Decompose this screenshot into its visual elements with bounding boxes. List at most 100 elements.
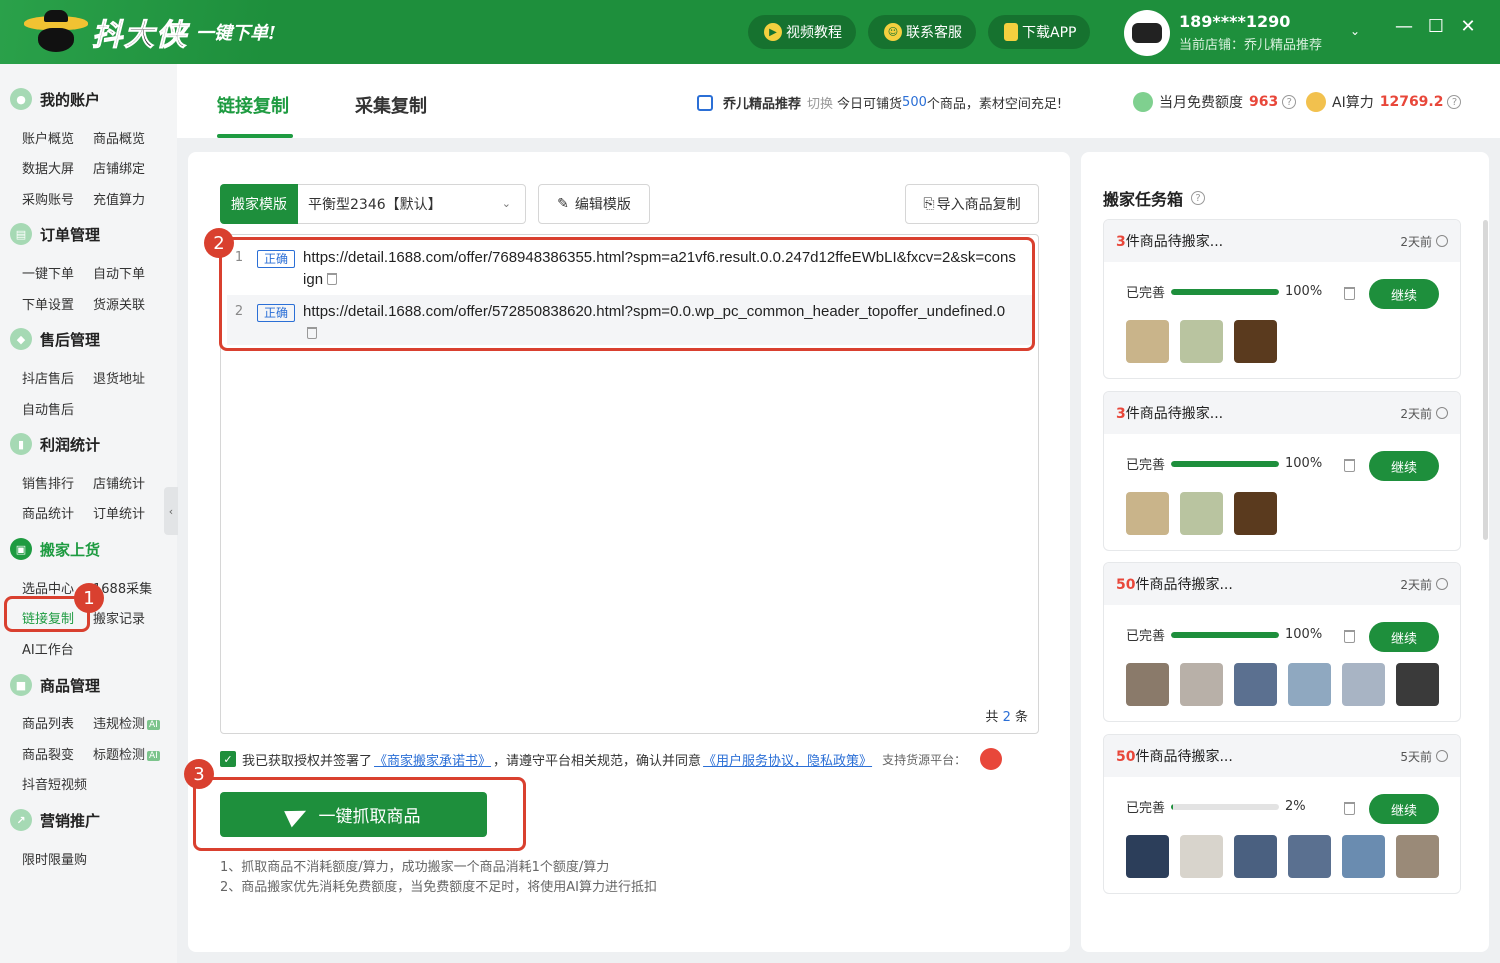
sidebar-item-order-settings[interactable]: 下单设置 bbox=[22, 294, 74, 313]
help-icon[interactable]: ? bbox=[1447, 95, 1462, 109]
phone-icon bbox=[1004, 23, 1018, 41]
shop-icon bbox=[697, 94, 713, 111]
user-phone[interactable]: 189****1290 bbox=[1179, 12, 1290, 31]
agree-checkbox[interactable]: ✓ bbox=[220, 751, 236, 767]
trash-icon[interactable] bbox=[1344, 630, 1355, 643]
sidebar-item-order-stats[interactable]: 订单统计 bbox=[93, 503, 145, 522]
sidebar-item-title-check[interactable]: 标题检测 AI bbox=[93, 744, 160, 763]
close-button[interactable]: ✕ bbox=[1456, 16, 1480, 37]
import-icon: ⎘ bbox=[923, 196, 935, 212]
clock-icon bbox=[1436, 750, 1448, 762]
help-icon[interactable]: ? bbox=[1191, 191, 1206, 205]
sidebar-item-sales-ranking[interactable]: 销售排行 bbox=[22, 473, 74, 492]
sidebar-group-marketing[interactable]: ↗ 营销推广 bbox=[10, 809, 100, 831]
sidebar-group-migration[interactable]: ▣ 搬家上货 bbox=[10, 538, 100, 560]
product-thumbnail[interactable] bbox=[1234, 320, 1277, 363]
top-bar: 抖大侠 一键下单! ▶ 视频教程 ☺ 联系客服 下载APP 189****129… bbox=[0, 0, 1500, 64]
product-thumbnail[interactable] bbox=[1126, 492, 1169, 535]
sidebar-item-purchase-account[interactable]: 采购账号 bbox=[22, 189, 74, 208]
import-copy-button[interactable]: ⎘ 导入商品复制 bbox=[905, 184, 1039, 224]
tab-link-copy[interactable]: 链接复制 bbox=[217, 92, 289, 118]
sidebar-group-orders[interactable]: ▤ 订单管理 bbox=[10, 223, 100, 245]
annotation-box-3 bbox=[193, 777, 526, 851]
trend-icon: ↗ bbox=[10, 809, 32, 831]
product-thumbnail[interactable] bbox=[1396, 663, 1439, 706]
box-icon: ■ bbox=[10, 674, 32, 696]
task-header: 3件商品待搬家... 2天前 bbox=[1104, 392, 1460, 434]
product-thumbnail[interactable] bbox=[1342, 663, 1385, 706]
sidebar-group-account[interactable]: ● 我的账户 bbox=[10, 88, 100, 110]
avatar[interactable] bbox=[1124, 10, 1170, 56]
tab-collect-copy[interactable]: 采集复制 bbox=[355, 92, 427, 118]
clock-icon bbox=[1436, 578, 1448, 590]
scrollbar[interactable] bbox=[1483, 220, 1488, 540]
product-thumbnail[interactable] bbox=[1396, 835, 1439, 878]
sidebar-item-product-list[interactable]: 商品列表 bbox=[22, 713, 74, 732]
help-icon[interactable]: ? bbox=[1282, 95, 1297, 109]
product-thumbnail[interactable] bbox=[1126, 320, 1169, 363]
sidebar-item-product-fission[interactable]: 商品裂变 bbox=[22, 744, 74, 763]
maximize-button[interactable]: ☐ bbox=[1424, 16, 1448, 37]
continue-button[interactable]: 继续 bbox=[1369, 794, 1439, 824]
product-thumbnail[interactable] bbox=[1126, 835, 1169, 878]
download-app-button[interactable]: 下载APP bbox=[988, 15, 1091, 49]
sidebar-item-shop-binding[interactable]: 店铺绑定 bbox=[93, 158, 145, 177]
sidebar-item-douyin-video[interactable]: 抖音短视频 bbox=[22, 774, 87, 793]
trash-icon[interactable] bbox=[1344, 802, 1355, 815]
product-thumbnail[interactable] bbox=[1288, 663, 1331, 706]
thumbnail-row bbox=[1126, 320, 1288, 363]
sidebar-item-product-stats[interactable]: 商品统计 bbox=[22, 503, 74, 522]
progress-bar bbox=[1171, 803, 1280, 810]
product-thumbnail[interactable] bbox=[1180, 492, 1223, 535]
minimize-button[interactable]: — bbox=[1392, 16, 1416, 37]
product-thumbnail[interactable] bbox=[1126, 663, 1169, 706]
task-card: 3件商品待搬家... 2天前 已完善 100% 继续 bbox=[1103, 219, 1461, 379]
sidebar-item-flash-sale[interactable]: 限时限量购 bbox=[22, 849, 87, 868]
edit-template-button[interactable]: ✎ 编辑模版 bbox=[538, 184, 650, 224]
task-header: 3件商品待搬家... 2天前 bbox=[1104, 220, 1460, 262]
sidebar-item-recharge[interactable]: 充值算力 bbox=[93, 189, 145, 208]
continue-button[interactable]: 继续 bbox=[1369, 451, 1439, 481]
chevron-down-icon[interactable]: ⌄ bbox=[1350, 24, 1360, 38]
trash-icon[interactable] bbox=[1344, 459, 1355, 472]
switch-shop-link[interactable]: 切换 bbox=[807, 93, 833, 112]
product-thumbnail[interactable] bbox=[1234, 492, 1277, 535]
product-thumbnail[interactable] bbox=[1180, 320, 1223, 363]
sidebar-item-selection-center[interactable]: 选品中心 bbox=[22, 578, 74, 597]
product-thumbnail[interactable] bbox=[1180, 835, 1223, 878]
sidebar-item-product-overview[interactable]: 商品概览 bbox=[93, 128, 145, 147]
video-tutorial-button[interactable]: ▶ 视频教程 bbox=[748, 15, 856, 49]
sidebar-item-shop-stats[interactable]: 店铺统计 bbox=[93, 473, 145, 492]
template-select[interactable]: 平衡型2346【默认】 ⌄ bbox=[298, 184, 526, 224]
sidebar-item-auto-order[interactable]: 自动下单 bbox=[93, 263, 145, 282]
trash-icon[interactable] bbox=[1344, 287, 1355, 300]
task-card: 50件商品待搬家... 5天前 已完善 2% 继续 bbox=[1103, 734, 1461, 894]
sidebar-group-after-sales[interactable]: ◆ 售后管理 bbox=[10, 328, 100, 350]
contact-service-button[interactable]: ☺ 联系客服 bbox=[868, 15, 976, 49]
sidebar-item-return-address[interactable]: 退货地址 bbox=[93, 368, 145, 387]
sidebar-item-source-link[interactable]: 货源关联 bbox=[93, 294, 145, 313]
product-thumbnail[interactable] bbox=[1234, 835, 1277, 878]
sidebar-group-profit[interactable]: ▮ 利润统计 bbox=[10, 433, 100, 455]
progress-bar bbox=[1171, 288, 1280, 295]
sidebar-item-migration-records[interactable]: 搬家记录 bbox=[93, 608, 145, 627]
product-thumbnail[interactable] bbox=[1342, 835, 1385, 878]
sidebar-group-products[interactable]: ■ 商品管理 bbox=[10, 674, 100, 696]
product-thumbnail[interactable] bbox=[1234, 663, 1277, 706]
sidebar-item-douyin-after-sales[interactable]: 抖店售后 bbox=[22, 368, 74, 387]
sidebar-item-data-screen[interactable]: 数据大屏 bbox=[22, 158, 74, 177]
sidebar-item-violation-check[interactable]: 违规检测 AI bbox=[93, 713, 160, 732]
product-thumbnail[interactable] bbox=[1288, 835, 1331, 878]
sidebar-item-ai-workbench[interactable]: AI工作台 bbox=[22, 639, 74, 658]
sidebar-item-auto-after-sales[interactable]: 自动售后 bbox=[22, 399, 74, 418]
user-agreement-link[interactable]: 《用户服务协议，隐私政策》 bbox=[703, 750, 872, 769]
product-thumbnail[interactable] bbox=[1180, 663, 1223, 706]
sidebar-item-one-click-order[interactable]: 一键下单 bbox=[22, 263, 74, 282]
sidebar-item-account-overview[interactable]: 账户概览 bbox=[22, 128, 74, 147]
sidebar-collapse-button[interactable]: ‹ bbox=[164, 487, 178, 535]
merchant-promise-link[interactable]: 《商家搬家承诺书》 bbox=[374, 750, 491, 769]
current-shop: 当前店铺：乔儿精品推荐 bbox=[1179, 38, 1323, 53]
continue-button[interactable]: 继续 bbox=[1369, 622, 1439, 652]
continue-button[interactable]: 继续 bbox=[1369, 279, 1439, 309]
chevron-down-icon: ⌄ bbox=[501, 197, 511, 210]
